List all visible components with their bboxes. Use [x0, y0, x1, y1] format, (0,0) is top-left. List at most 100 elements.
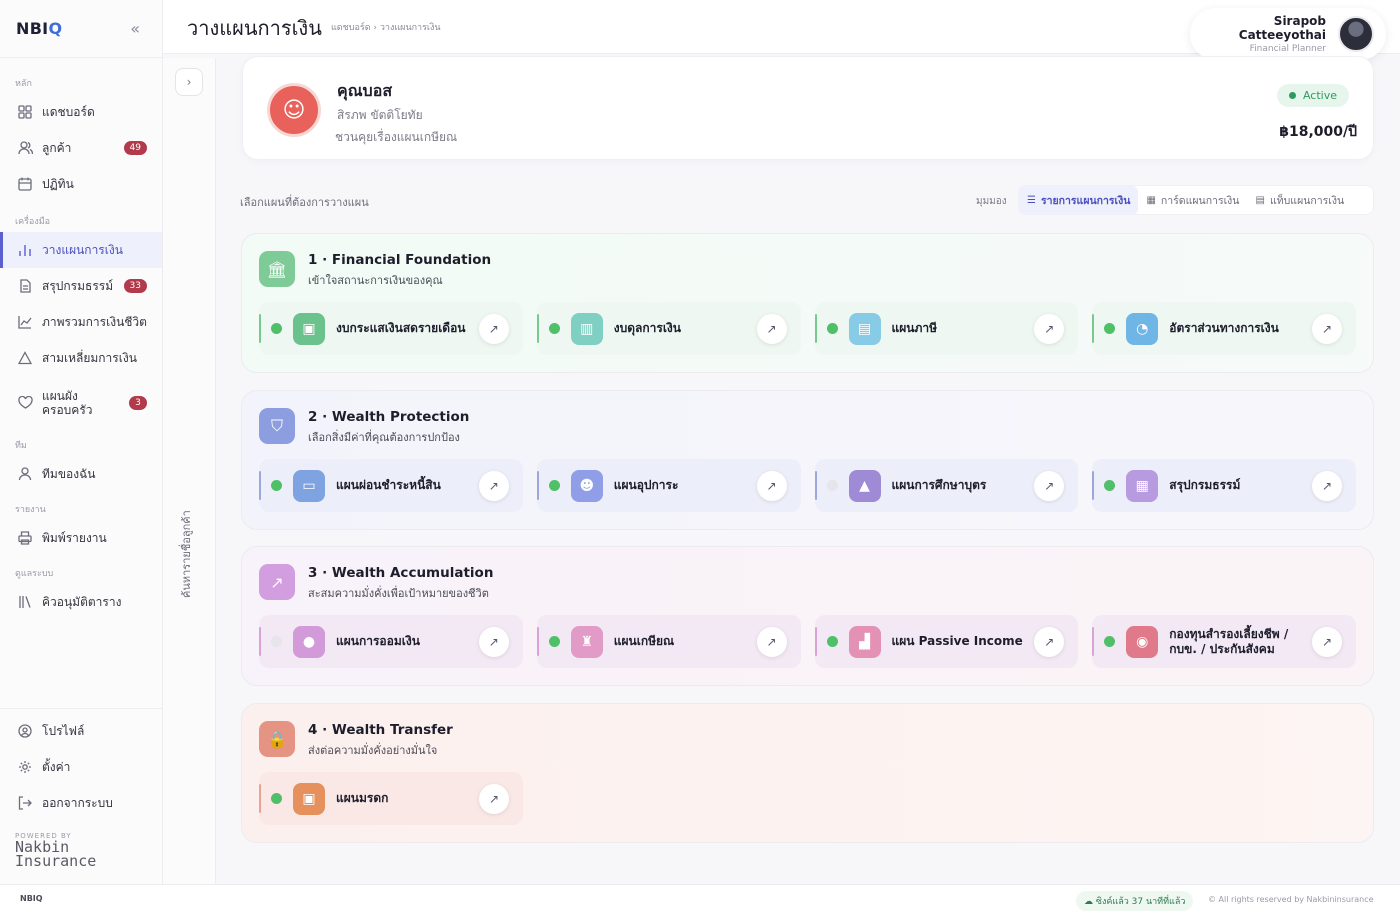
open-arrow-icon[interactable]: ↗	[1034, 626, 1065, 657]
plan-status-dot	[548, 636, 560, 647]
section-financial-foundation: 🏛 1 · Financial Foundation เข้าใจสถานะกา…	[241, 233, 1374, 373]
client-search-strip: › ค้นหารายชื่อลูกค้า	[163, 58, 216, 884]
tax-doc-icon: ▤	[848, 312, 881, 345]
sidebar-item-financial-planning[interactable]: วางแผนการเงิน	[0, 232, 162, 268]
open-arrow-icon[interactable]: ↗	[1312, 626, 1342, 657]
bar-chart-icon	[17, 242, 33, 258]
sidebar: NBIQ « หลัก แดชบอร์ด ลูกค้า 49 ปฏิทิน เค…	[0, 0, 163, 884]
section-wealth-accumulation: ↗ 3 · Wealth Accumulation สะสมความมั่งคั…	[241, 546, 1374, 686]
family-count-badge: 3	[129, 396, 147, 410]
sidebar-item-policy-summary[interactable]: สรุปกรมธรรม์ 33	[0, 268, 162, 304]
open-arrow-icon[interactable]: ↗	[479, 783, 509, 814]
grid-icon: ▦	[1146, 194, 1156, 206]
plan-label: กองทุนสำรองเลี้ยงชีพ / กบข. / ประกันสังค…	[1169, 626, 1289, 656]
customers-count-badge: 49	[123, 141, 147, 155]
family-icon: ☻	[570, 469, 603, 502]
view-tabs-button[interactable]: ▤ แท็บแผนการเงิน	[1248, 186, 1353, 215]
shield-icon: ⛉	[259, 408, 295, 444]
status-badge: Active	[1276, 84, 1349, 107]
breadcrumb[interactable]: แดชบอร์ด › วางแผนการเงิน	[331, 20, 441, 34]
plan-label: แผนอุปการะ	[613, 478, 679, 492]
sidebar-item-label: วางแผนการเงิน	[42, 243, 123, 257]
plan-card-balance-sheet[interactable]: ▥ งบดุลการเงิน ↗	[536, 302, 801, 355]
plan-card-passive-income[interactable]: ▟ แผน Passive Income ↗	[814, 615, 1079, 668]
client-note: ชวนคุยเรื่องแผนเกษียณ	[335, 130, 458, 144]
list-icon: ☰	[1027, 194, 1036, 206]
sidebar-item-label: ทีมของฉัน	[42, 467, 96, 481]
sidebar-item-label: แผนผัง ครอบครัว	[42, 389, 93, 417]
sidebar-item-profile[interactable]: โปรไฟล์	[0, 713, 162, 749]
chair-icon: ♜	[570, 625, 603, 658]
plan-card-cashflow[interactable]: ▣ งบกระแสเงินสดรายเดือน ↗	[259, 302, 523, 355]
expand-panel-button[interactable]: ›	[175, 68, 203, 96]
open-arrow-icon[interactable]: ↗	[1034, 313, 1065, 344]
plan-label: แผนเกษียณ	[613, 634, 675, 648]
open-arrow-icon[interactable]: ↗	[478, 313, 509, 344]
plan-card-policy-summary[interactable]: ▦ สรุปกรมธรรม์ ↗	[1092, 459, 1356, 512]
sidebar-item-dashboard[interactable]: แดชบอร์ด	[0, 94, 162, 130]
open-arrow-icon[interactable]: ↗	[1312, 470, 1342, 501]
sidebar-item-family-tree[interactable]: แผนผัง ครอบครัว 3	[0, 376, 162, 430]
view-cards-button[interactable]: ▦ การ์ดแผนการเงิน	[1138, 186, 1247, 215]
plan-card-estate[interactable]: ▣ แผนมรดก ↗	[259, 772, 523, 825]
triangle-icon	[17, 350, 33, 366]
sidebar-item-approval-queue[interactable]: คิวอนุมัติตาราง	[0, 584, 162, 620]
gear-icon	[17, 759, 33, 775]
plan-card-debt-repayment[interactable]: ▭ แผนผ่อนชำระหนี้สิน ↗	[259, 459, 523, 512]
sidebar-item-financial-triangle[interactable]: สามเหลี่ยมการเงิน	[0, 340, 162, 376]
plan-status-dot	[1104, 480, 1116, 491]
plan-card-tax[interactable]: ▤ แผนภาษี ↗	[814, 302, 1079, 355]
logout-icon	[17, 795, 33, 811]
powered-by: POWERED BY Nakbin Insurance	[15, 832, 96, 869]
profile-icon	[17, 723, 33, 739]
open-arrow-icon[interactable]: ↗	[756, 313, 787, 344]
users-icon	[17, 140, 33, 156]
avatar[interactable]	[1338, 16, 1374, 52]
sidebar-item-logout[interactable]: ออกจากระบบ	[0, 785, 162, 821]
sidebar-item-customers[interactable]: ลูกค้า 49	[0, 130, 162, 166]
open-arrow-icon[interactable]: ↗	[1312, 313, 1342, 344]
sidebar-item-calendar[interactable]: ปฏิทิน	[0, 166, 162, 202]
open-arrow-icon[interactable]: ↗	[756, 626, 787, 657]
section-wealth-transfer: 🔒 4 · Wealth Transfer ส่งต่อความมั่งคั่ง…	[241, 703, 1374, 843]
document-icon	[17, 278, 33, 294]
plan-label: สรุปกรมธรรม์	[1169, 478, 1241, 492]
plan-card-dependents[interactable]: ☻ แผนอุปการะ ↗	[536, 459, 801, 512]
plan-card-child-education[interactable]: ▲ แผนการศึกษาบุตร ↗	[814, 459, 1079, 512]
plan-card-ratios[interactable]: ◔ อัตราส่วนทางการเงิน ↗	[1092, 302, 1356, 355]
sidebar-item-life-finance-overview[interactable]: ภาพรวมการเงินชีวิต	[0, 304, 162, 340]
trend-up-icon: ↗	[259, 564, 295, 600]
piggy-icon: ●	[293, 625, 325, 658]
open-arrow-icon[interactable]: ↗	[1034, 470, 1065, 501]
collapse-sidebar-icon[interactable]: «	[130, 19, 140, 38]
sidebar-item-settings[interactable]: ตั้งค่า	[0, 749, 162, 785]
select-plan-label: เลือกแผนที่ต้องการวางแผน	[240, 196, 369, 209]
plan-card-retirement[interactable]: ♜ แผนเกษียณ ↗	[536, 615, 801, 668]
open-arrow-icon[interactable]: ↗	[478, 626, 509, 657]
sidebar-item-label: ลูกค้า	[42, 141, 72, 155]
search-clients-label[interactable]: ค้นหารายชื่อลูกค้า	[177, 510, 195, 598]
cloud-icon: ☁	[1084, 897, 1096, 907]
heart-hands-icon	[17, 395, 33, 411]
nav-section-admin: ดูแลระบบ	[15, 569, 54, 579]
user-menu[interactable]: Sirapob Catteeyothai Financial Planner	[1190, 8, 1386, 60]
open-arrow-icon[interactable]: ↗	[478, 470, 509, 501]
app-logo[interactable]: NBIQ	[16, 19, 62, 38]
plan-card-provident-fund[interactable]: ◉ กองทุนสำรองเลี้ยงชีพ / กบข. / ประกันสัง…	[1092, 615, 1356, 668]
graduation-icon: ▲	[848, 469, 881, 502]
open-arrow-icon[interactable]: ↗	[756, 470, 787, 501]
sidebar-item-my-team[interactable]: ทีมของฉัน	[0, 456, 162, 492]
view-list-button[interactable]: ☰ รายการแผนการเงิน	[1019, 185, 1139, 215]
sidebar-item-label: ออกจากระบบ	[42, 796, 113, 810]
plan-label: แผนผ่อนชำระหนี้สิน	[336, 478, 441, 492]
policy-count-badge: 33	[123, 279, 147, 293]
sidebar-item-print-report[interactable]: พิมพ์รายงาน	[0, 520, 162, 556]
plan-status-dot	[271, 323, 282, 334]
copyright: © All rights reserved by Nakbininsurance	[1208, 895, 1374, 904]
plan-card-savings[interactable]: ● แผนการออมเงิน ↗	[259, 615, 523, 668]
plan-label: งบดุลการเงิน	[613, 321, 681, 335]
plan-label: แผน Passive Income	[891, 634, 1023, 648]
section-title: 4 · Wealth Transfer	[308, 722, 453, 738]
sidebar-item-label: พิมพ์รายงาน	[42, 531, 107, 545]
client-fullname: สิรภพ ขัตติโยทัย	[337, 108, 423, 122]
